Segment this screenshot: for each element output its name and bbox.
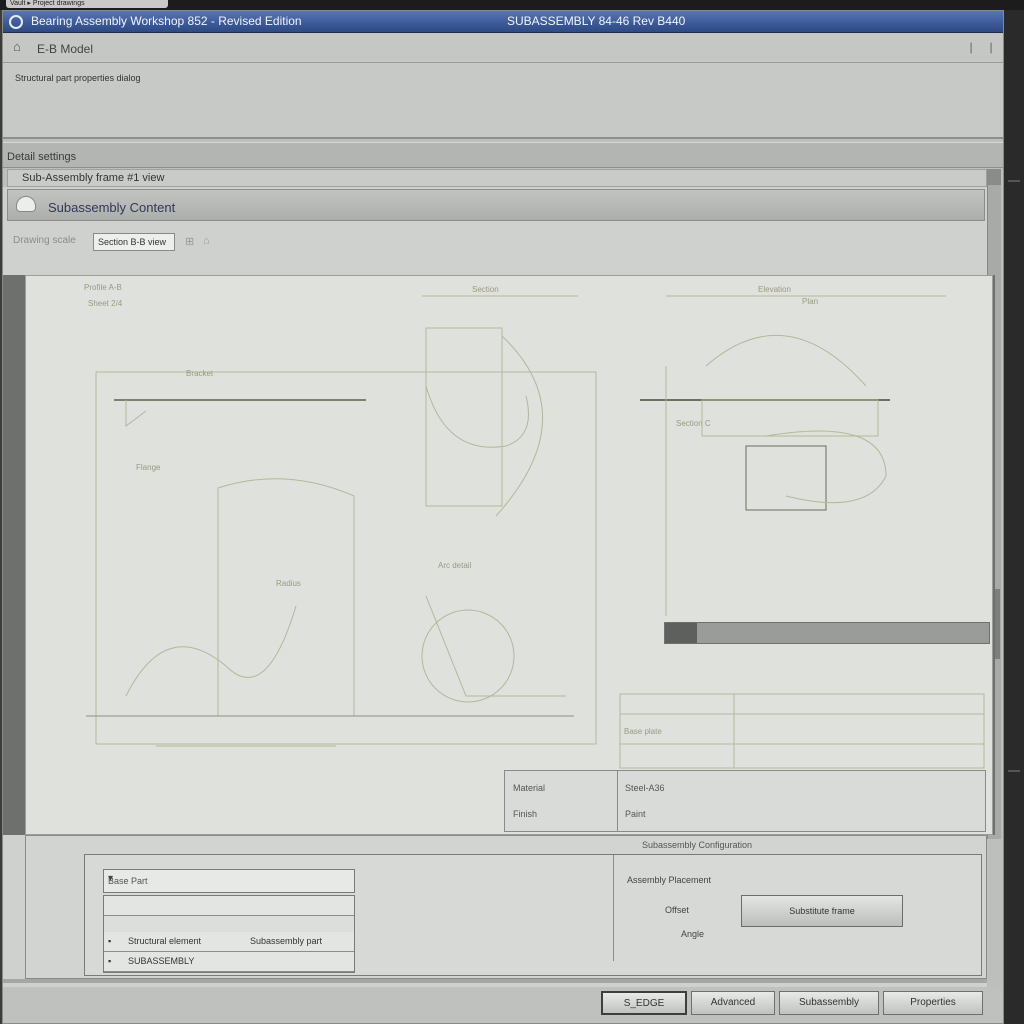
configuration-caption: Subassembly Configuration bbox=[642, 840, 753, 850]
prop-key-finish: Finish bbox=[513, 809, 538, 819]
properties-table: Material Finish Steel-A36 Paint bbox=[504, 770, 986, 832]
drawing-label-elevation: Elevation bbox=[758, 285, 791, 294]
menu-model[interactable]: E-B Model bbox=[37, 42, 93, 56]
cloud-icon bbox=[16, 196, 36, 212]
drawing-note-base: Base plate bbox=[624, 727, 662, 736]
home-view-icon[interactable]: ⌂ bbox=[203, 235, 210, 247]
drawing-legend-a: Profile A-B bbox=[84, 283, 122, 292]
chevron-down-icon[interactable]: ▾ bbox=[108, 873, 350, 884]
subassembly-button[interactable]: Subassembly bbox=[779, 991, 879, 1015]
menu-bar: ⌂ E-B Model | | bbox=[3, 33, 1003, 63]
right-block bbox=[701, 399, 879, 437]
list-item[interactable]: ▪ SUBASSEMBLY bbox=[104, 952, 354, 972]
grid-icon[interactable]: ⊞ bbox=[185, 235, 194, 248]
list-item[interactable] bbox=[104, 896, 354, 916]
window-title: Bearing Assembly Workshop 852 - Revised … bbox=[31, 14, 302, 28]
advanced-button[interactable]: Advanced bbox=[691, 991, 775, 1015]
drawing-note-arc: Arc detail bbox=[438, 561, 472, 570]
bracket-shape bbox=[125, 400, 147, 427]
center-outer-arc bbox=[495, 335, 543, 517]
list-item-icon: ▪ bbox=[108, 936, 112, 946]
render-progress-bar bbox=[664, 622, 990, 644]
subassembly-dialog: Subassembly Content Drawing scale Sectio… bbox=[3, 187, 995, 987]
close-button[interactable]: | bbox=[985, 40, 997, 56]
list-item-label: Structural element bbox=[128, 936, 202, 946]
drawing-label-section: Section bbox=[472, 285, 499, 294]
configuration-group: Base Part ▾ ▪ Structural element Subasse… bbox=[84, 854, 982, 976]
base-part-dropdown[interactable]: Base Part ▾ bbox=[103, 869, 355, 893]
panel-shape bbox=[217, 478, 355, 717]
canvas-frame: Section Elevation Plan Profile A-B Sheet… bbox=[3, 275, 995, 835]
toolbar-label: Drawing scale bbox=[13, 235, 76, 246]
document-title: SUBASSEMBLY 84-46 Rev B440 bbox=[507, 14, 686, 28]
minimize-button[interactable]: | bbox=[965, 40, 977, 56]
lower-wedge bbox=[425, 595, 566, 697]
scroll-up-arrow[interactable] bbox=[988, 169, 1001, 185]
edge-tick bbox=[1008, 180, 1020, 182]
properties-button[interactable]: Properties bbox=[883, 991, 983, 1015]
drawing-canvas[interactable]: Section Elevation Plan Profile A-B Sheet… bbox=[25, 275, 993, 835]
right-inner-block bbox=[745, 445, 827, 511]
main-window: Bearing Assembly Workshop 852 - Revised … bbox=[2, 10, 1004, 1024]
prop-value-finish[interactable]: Paint bbox=[625, 809, 646, 819]
drawing-note-bracket: Bracket bbox=[186, 369, 214, 378]
list-item-type: Subassembly part bbox=[250, 936, 323, 946]
right-dome bbox=[705, 335, 867, 387]
status-line bbox=[3, 979, 987, 983]
lower-circle bbox=[421, 609, 515, 703]
curve-left bbox=[125, 605, 297, 697]
view-select-field[interactable]: Section B-B view bbox=[93, 233, 175, 251]
prop-value-material[interactable]: Steel-A36 bbox=[625, 783, 665, 793]
drawing-note-flange: Flange bbox=[136, 463, 161, 472]
os-tab[interactable]: Vault ▸ Project drawings bbox=[6, 0, 168, 8]
properties-divider bbox=[617, 771, 618, 831]
path-bar-label: Sub-Assembly frame #1 view bbox=[22, 172, 165, 184]
offset-label: Offset bbox=[665, 905, 689, 915]
edge-tick bbox=[1008, 770, 1020, 772]
home-icon[interactable]: ⌂ bbox=[13, 39, 21, 54]
desktop-edge bbox=[1004, 10, 1024, 1024]
left-view-frame bbox=[95, 371, 597, 745]
list-item-label: SUBASSEMBLY bbox=[128, 956, 195, 966]
drawing-note-section-c: Section C bbox=[676, 419, 711, 428]
angle-label: Angle bbox=[681, 929, 705, 939]
path-bar[interactable]: Sub-Assembly frame #1 view bbox=[7, 169, 987, 187]
section-header-label: Detail settings bbox=[7, 151, 77, 163]
dialog-title-bar: Subassembly Content bbox=[7, 189, 985, 221]
dialog-button-bar: S_EDGE Advanced Subassembly Properties bbox=[3, 987, 1003, 1023]
prop-key-material: Material bbox=[513, 783, 546, 793]
drawing-label-plan: Plan bbox=[802, 297, 818, 306]
render-progress-fill bbox=[665, 623, 698, 643]
placement-title: Assembly Placement bbox=[627, 875, 712, 885]
section-header: Detail settings bbox=[3, 142, 1003, 168]
center-arc bbox=[425, 385, 529, 448]
technical-drawing: Section Elevation Plan Profile A-B Sheet… bbox=[84, 283, 985, 769]
drawing-note-radius: Radius bbox=[276, 579, 301, 588]
os-top-strip: Vault ▸ Project drawings bbox=[0, 0, 1024, 10]
title-bar: Bearing Assembly Workshop 852 - Revised … bbox=[3, 11, 1003, 33]
list-item-icon: ▪ bbox=[108, 956, 112, 966]
info-panel: Structural part properties dialog bbox=[3, 63, 1003, 139]
dialog-title: Subassembly Content bbox=[48, 200, 176, 215]
info-text: Structural part properties dialog bbox=[15, 73, 141, 83]
group-divider bbox=[613, 855, 614, 961]
configuration-panel: Subassembly Configuration Base Part ▾ ▪ … bbox=[25, 835, 987, 979]
s-edge-button[interactable]: S_EDGE bbox=[601, 991, 687, 1015]
center-frame bbox=[425, 327, 503, 507]
list-item[interactable]: ▪ Structural element Subassembly part bbox=[104, 932, 354, 952]
lower-grid bbox=[619, 693, 985, 769]
drawing-legend-b: Sheet 2/4 bbox=[88, 299, 123, 308]
element-list[interactable]: ▪ Structural element Subassembly part ▪ … bbox=[103, 895, 355, 973]
substitute-frame-button[interactable]: Substitute frame bbox=[741, 895, 903, 927]
app-icon[interactable] bbox=[9, 15, 23, 29]
